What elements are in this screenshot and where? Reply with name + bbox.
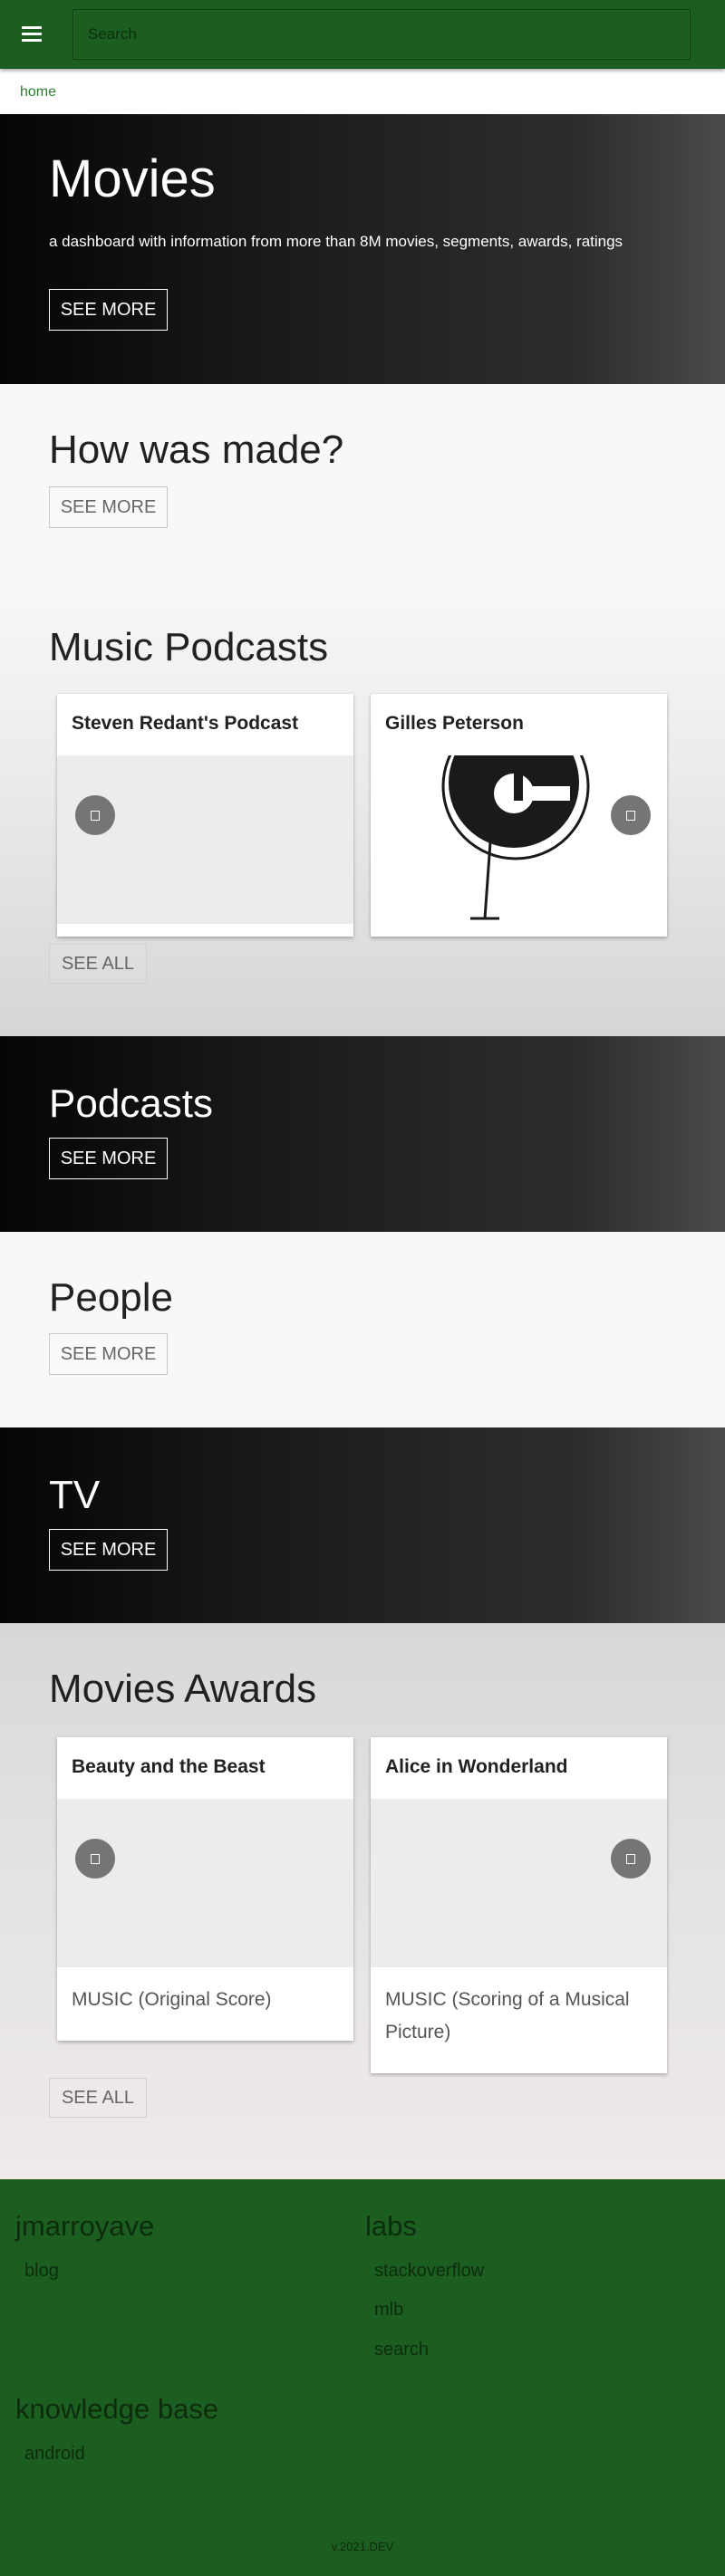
music-podcasts-title: Music Podcasts [49,625,329,669]
award-card[interactable]: Beauty and the Beast MUSIC (Original Sco… [57,1737,353,2041]
search-input[interactable] [72,9,691,60]
footer-link-search[interactable]: search [374,2340,429,2360]
podcast-card[interactable]: Gilles Peterson [371,694,667,937]
people-section: People SEE MORE [0,1232,725,1427]
movies-awards-title: Movies Awards [49,1667,317,1711]
version-label: v.2021.DEV [331,2540,394,2553]
award-card-title: Beauty and the Beast [72,1756,266,1777]
podcasts-see-more-button[interactable]: SEE MORE [49,1138,168,1179]
people-title: People [49,1275,174,1320]
podcast-card-media [57,755,353,924]
music-podcasts-see-all-button[interactable]: SEE ALL [49,944,147,984]
footer-link-mlb[interactable]: mlb [374,2300,403,2321]
award-card-media [371,1799,667,1967]
movies-subtitle: a dashboard with information from more t… [49,233,624,250]
how-made-see-more-button[interactable]: SEE MORE [49,486,168,528]
how-made-section: How was made? SEE MORE [0,384,725,582]
award-card-title: Alice in Wonderland [385,1756,568,1777]
footer-heading-labs: labs [365,2210,417,2242]
movies-awards-see-all-button[interactable]: SEE ALL [49,2078,147,2118]
play-icon[interactable] [75,795,115,835]
podcast-card[interactable]: Steven Redant's Podcast [57,694,353,937]
podcast-card-title: Steven Redant's Podcast [72,713,299,734]
podcasts-section: Podcasts SEE MORE [0,1036,725,1232]
hamburger-menu-icon[interactable] [20,22,45,47]
footer-link-blog[interactable]: blog [24,2261,59,2282]
movies-awards-section: Movies Awards Beauty and the Beast MUSIC… [0,1623,725,2179]
movies-title: Movies [49,149,216,208]
award-card[interactable]: Alice in Wonderland MUSIC (Scoring of a … [371,1737,667,2073]
award-card-media [57,1799,353,1967]
tv-see-more-button[interactable]: SEE MORE [49,1529,168,1571]
top-app-bar [0,0,725,69]
award-card-category: MUSIC (Scoring of a Musical Picture) [385,1989,630,2043]
how-made-title: How was made? [49,428,344,472]
award-card-category: MUSIC (Original Score) [72,1989,272,2010]
footer-link-stackoverflow[interactable]: stackoverflow [374,2261,484,2282]
footer: jmarroyave blog labs stackoverflow mlb s… [0,2179,725,2576]
breadcrumb-home-link[interactable]: home [20,84,56,101]
podcasts-title: Podcasts [49,1081,213,1126]
tv-title: TV [49,1473,101,1517]
movies-hero-section: Movies a dashboard with information from… [0,114,725,384]
gilles-peterson-logo [441,755,590,920]
footer-heading-knowledge-base: knowledge base [15,2393,219,2425]
podcast-card-title: Gilles Peterson [385,713,524,734]
play-icon[interactable] [75,1839,115,1879]
music-podcasts-section: Music Podcasts Steven Redant's Podcast G… [0,582,725,1036]
footer-link-android[interactable]: android [24,2444,85,2465]
people-see-more-button[interactable]: SEE MORE [49,1333,168,1375]
play-icon[interactable] [611,795,651,835]
footer-heading-jmarroyave: jmarroyave [15,2210,155,2242]
movies-see-more-button[interactable]: SEE MORE [49,289,168,331]
play-icon[interactable] [611,1839,651,1879]
podcast-card-media [371,755,667,924]
breadcrumb: home [0,69,725,114]
tv-section: TV SEE MORE [0,1427,725,1623]
